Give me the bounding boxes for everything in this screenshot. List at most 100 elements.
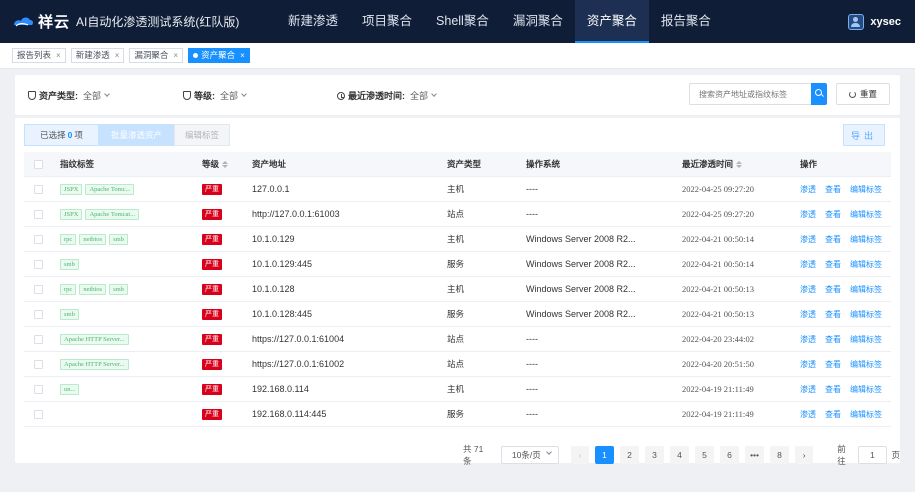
tab-item[interactable]: 报告列表 ×: [12, 48, 66, 63]
asset-type-filter[interactable]: 资产类型: 全部: [28, 89, 110, 102]
close-icon[interactable]: ×: [115, 49, 120, 62]
row-checkbox[interactable]: [34, 210, 43, 219]
header-level[interactable]: 等级: [202, 152, 229, 177]
penetrate-link[interactable]: 渗透: [800, 328, 816, 351]
edit-tags-link[interactable]: 编辑标签: [850, 203, 882, 226]
row-checkbox[interactable]: [34, 260, 43, 269]
penetrate-link[interactable]: 渗透: [800, 203, 816, 226]
goto-page-input[interactable]: 1: [858, 446, 887, 464]
penetrate-link[interactable]: 渗透: [800, 178, 816, 201]
level-filter[interactable]: 等级: 全部: [183, 89, 247, 102]
nav-item[interactable]: 报告聚合: [649, 0, 723, 43]
user-menu[interactable]: xysec: [848, 0, 901, 43]
row-checkbox[interactable]: [34, 185, 43, 194]
time-cell: 2022-04-25 09:27:20: [682, 209, 755, 219]
tab-item[interactable]: 漏洞聚合 ×: [129, 48, 184, 63]
page-button[interactable]: 6: [720, 446, 740, 464]
tab-item[interactable]: 新建渗透 ×: [70, 48, 125, 63]
penetrate-link[interactable]: 渗透: [800, 378, 816, 401]
row-checkbox[interactable]: [34, 335, 43, 344]
page-button[interactable]: 3: [645, 446, 665, 464]
level-cell: 严重: [202, 302, 222, 326]
severity-badge: 严重: [202, 234, 222, 246]
edit-tags-link[interactable]: 编辑标签: [850, 303, 882, 326]
nav-item[interactable]: 新建渗透: [276, 0, 350, 43]
view-link[interactable]: 查看: [825, 203, 841, 226]
type-cell: 主机: [447, 284, 465, 294]
level-cell: 严重: [202, 202, 222, 226]
edit-tags-link[interactable]: 编辑标签: [850, 378, 882, 401]
penetrate-link[interactable]: 渗透: [800, 253, 816, 276]
level-cell: 严重: [202, 227, 222, 251]
edit-tags-button[interactable]: 编辑标签: [174, 124, 230, 146]
view-link[interactable]: 查看: [825, 403, 841, 426]
view-link[interactable]: 查看: [825, 253, 841, 276]
view-link[interactable]: 查看: [825, 178, 841, 201]
edit-tags-link[interactable]: 编辑标签: [850, 253, 882, 276]
header-time[interactable]: 最近渗透时间: [682, 152, 743, 177]
level-label: 等级:: [194, 91, 215, 101]
row-checkbox[interactable]: [34, 385, 43, 394]
edit-tags-link[interactable]: 编辑标签: [850, 278, 882, 301]
edit-tags-link[interactable]: 编辑标签: [850, 328, 882, 351]
view-link[interactable]: 查看: [825, 303, 841, 326]
page-button[interactable]: 2: [620, 446, 640, 464]
recent-time-filter[interactable]: 最近渗透时间: 全部: [337, 89, 437, 102]
total-count: 共 71 条: [463, 444, 484, 466]
row-checkbox[interactable]: [34, 310, 43, 319]
sort-icon[interactable]: [222, 161, 229, 169]
row-checkbox[interactable]: [34, 235, 43, 244]
tab-item[interactable]: 资产聚合 ×: [188, 48, 250, 63]
page-button[interactable]: •••: [745, 446, 765, 464]
tab-label: 新建渗透: [75, 50, 110, 60]
severity-badge: 严重: [202, 359, 222, 371]
view-link[interactable]: 查看: [825, 278, 841, 301]
header-level-label: 等级: [202, 159, 220, 169]
fingerprint-cell: JSPX Apache Tomcat...: [60, 202, 142, 226]
penetrate-link[interactable]: 渗透: [800, 303, 816, 326]
logo[interactable]: 祥云 AI自动化渗透测试系统(红队版): [12, 11, 239, 32]
edit-tags-link[interactable]: 编辑标签: [850, 353, 882, 376]
page-button[interactable]: 8: [770, 446, 790, 464]
penetrate-link[interactable]: 渗透: [800, 403, 816, 426]
penetrate-link[interactable]: 渗透: [800, 228, 816, 251]
next-page-button[interactable]: ›: [795, 446, 814, 464]
page-button[interactable]: 5: [695, 446, 715, 464]
row-checkbox[interactable]: [34, 360, 43, 369]
batch-penetrate-button[interactable]: 批量渗透资产: [99, 124, 174, 146]
nav-item[interactable]: Shell聚合: [424, 0, 501, 43]
close-icon[interactable]: ×: [240, 49, 245, 62]
cloud-logo-icon: [14, 16, 34, 26]
select-all-checkbox[interactable]: [34, 160, 43, 169]
page-button[interactable]: 1: [595, 446, 615, 464]
edit-tags-link[interactable]: 编辑标签: [850, 228, 882, 251]
nav-item[interactable]: 项目聚合: [350, 0, 424, 43]
nav-item[interactable]: 漏洞聚合: [501, 0, 575, 43]
search-icon[interactable]: [811, 83, 827, 105]
nav-item[interactable]: 资产聚合: [574, 0, 649, 43]
search-input[interactable]: [689, 83, 812, 105]
page-button[interactable]: 4: [670, 446, 690, 464]
level-cell: 严重: [202, 177, 222, 201]
prev-page-button[interactable]: ‹: [570, 446, 590, 464]
view-link[interactable]: 查看: [825, 353, 841, 376]
reset-button[interactable]: 重置: [836, 83, 890, 105]
penetrate-link[interactable]: 渗透: [800, 353, 816, 376]
page-list: 1 2 3 4 5 6 ••• 8: [595, 446, 795, 464]
severity-badge: 严重: [202, 284, 222, 296]
table-row: un... 严重 192.168.0.114 主机 ---- 2022-04-19 21:…: [24, 377, 891, 402]
view-link[interactable]: 查看: [825, 228, 841, 251]
close-icon[interactable]: ×: [173, 49, 178, 62]
selected-count: 已选择 0 项: [24, 124, 99, 146]
penetrate-link[interactable]: 渗透: [800, 278, 816, 301]
view-link[interactable]: 查看: [825, 328, 841, 351]
export-button[interactable]: 导出: [843, 124, 885, 146]
close-icon[interactable]: ×: [56, 49, 61, 62]
edit-tags-link[interactable]: 编辑标签: [850, 403, 882, 426]
page-size-select[interactable]: 10条/页: [500, 446, 559, 464]
view-link[interactable]: 查看: [825, 378, 841, 401]
row-checkbox[interactable]: [34, 285, 43, 294]
edit-tags-link[interactable]: 编辑标签: [850, 178, 882, 201]
sort-icon[interactable]: [736, 161, 743, 169]
row-checkbox[interactable]: [34, 410, 43, 419]
